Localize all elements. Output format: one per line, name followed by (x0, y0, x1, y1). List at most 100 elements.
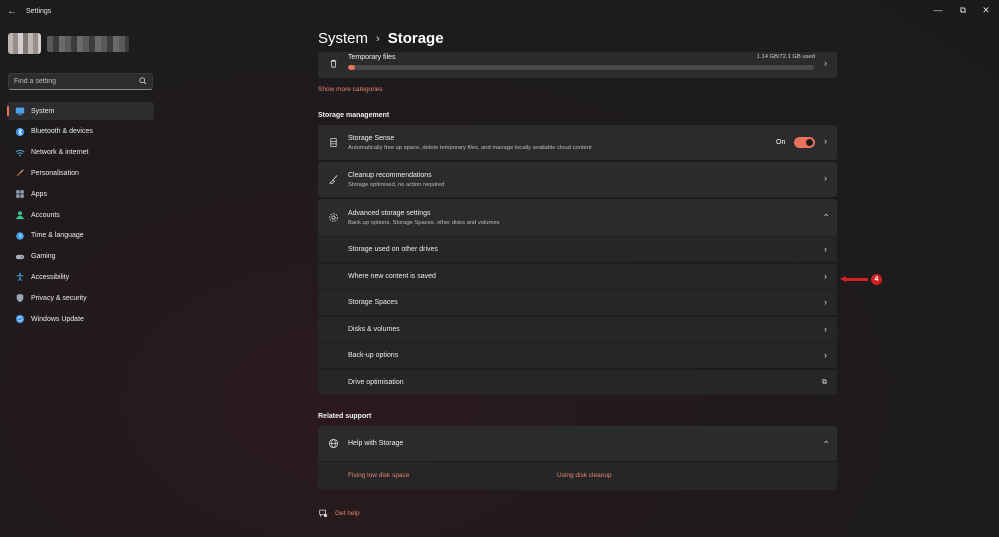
chevron-right-icon: › (824, 270, 827, 281)
search-input[interactable] (9, 74, 134, 89)
storage-sense-toggle[interactable] (794, 137, 815, 148)
sidebar-item-label: Windows Update (31, 315, 84, 323)
advanced-item-back-up-options[interactable]: Back-up options › (318, 342, 837, 368)
cleanup-title: Cleanup recommendations (348, 172, 432, 179)
related-support-heading: Related support (318, 413, 372, 420)
broom-icon (329, 175, 338, 185)
sidebar-item-bluetooth-devices[interactable]: Bluetooth & devices (7, 123, 154, 141)
advanced-storage-title: Advanced storage settings (348, 210, 431, 217)
trash-icon (330, 59, 337, 68)
temporary-files-label: Temporary files (348, 54, 396, 61)
breadcrumb: System › Storage (318, 30, 444, 47)
storage-management-heading: Storage management (318, 112, 390, 119)
advanced-storage-settings-header[interactable]: Advanced storage settings Back up option… (318, 199, 837, 236)
sidebar-item-label: Apps (31, 190, 47, 198)
shield-icon (16, 294, 24, 303)
update-icon (15, 314, 25, 324)
title-bar: ← Settings — ⧉ ✕ (0, 0, 999, 24)
sidebar-item-personalisation[interactable]: Personalisation (7, 164, 154, 182)
wifi-icon (15, 149, 25, 156)
chevron-right-icon: › (824, 173, 827, 183)
globe-clock-icon (16, 232, 24, 240)
help-with-storage-title: Help with Storage (348, 440, 404, 447)
active-indicator (7, 106, 9, 116)
gamepad-icon (15, 254, 25, 259)
storage-sense-card[interactable]: Storage Sense Automatically free up spac… (318, 125, 837, 160)
sidebar-item-apps[interactable]: Apps (7, 185, 154, 203)
advanced-item-disks-volumes[interactable]: Disks & volumes › (318, 315, 837, 342)
chevron-right-icon: › (824, 136, 827, 146)
using-disk-cleanup-link[interactable]: Using disk cleanup (557, 472, 612, 479)
gear-icon (329, 213, 338, 222)
search-box[interactable] (8, 73, 153, 90)
advanced-item-drive-optimisation[interactable]: Drive optimisation ⧉ (318, 368, 837, 395)
breadcrumb-separator: › (376, 32, 380, 45)
advanced-item-label: Drive optimisation (348, 378, 404, 386)
help-with-storage-header[interactable]: Help with Storage › (318, 426, 837, 461)
storage-drive-icon (330, 137, 337, 148)
advanced-item-storage-used-on-other-drives[interactable]: Storage used on other drives › (318, 236, 837, 262)
bluetooth-icon (15, 127, 25, 136)
sidebar-item-label: Privacy & security (31, 294, 87, 302)
apps-icon (16, 190, 24, 198)
chevron-right-icon: › (824, 58, 827, 68)
sidebar-item-network-internet[interactable]: Network & internet (7, 144, 154, 162)
brush-icon (16, 169, 24, 177)
toggle-knob (806, 139, 813, 146)
maximize-button[interactable]: ⧉ (951, 3, 975, 17)
sidebar-item-privacy-security[interactable]: Privacy & security (7, 289, 154, 307)
back-arrow-icon[interactable]: ← (5, 5, 19, 19)
advanced-item-label: Back-up options (348, 352, 399, 359)
sidebar-item-accounts[interactable]: Accounts (7, 206, 154, 224)
sidebar-item-time-language[interactable]: Time & language (7, 227, 154, 245)
close-button[interactable]: ✕ (974, 3, 998, 17)
temporary-files-progress (348, 65, 814, 70)
external-link-icon: ⧉ (822, 378, 827, 386)
breadcrumb-parent[interactable]: System (318, 30, 368, 47)
app-title: Settings (26, 8, 52, 15)
search-icon[interactable] (139, 77, 147, 85)
advanced-item-where-new-content-is-saved[interactable]: Where new content is saved › (318, 262, 837, 289)
minimize-button[interactable]: — (926, 3, 950, 17)
storage-sense-subtitle: Automatically free up space, delete temp… (348, 145, 592, 151)
chevron-up-icon[interactable]: › (821, 441, 831, 444)
annotation-arrow (844, 278, 868, 281)
sidebar-item-label: Network & internet (31, 149, 89, 157)
page-title: Storage (387, 30, 444, 47)
storage-sense-title: Storage Sense (348, 135, 395, 142)
accessibility-icon (16, 273, 24, 282)
chevron-up-icon[interactable]: › (821, 214, 831, 217)
temporary-files-usage: 1.14 GB/72.1 GB used (756, 54, 815, 60)
sidebar-item-windows-update[interactable]: Windows Update (7, 310, 154, 328)
sidebar-item-label: Gaming (31, 253, 56, 261)
advanced-item-storage-spaces[interactable]: Storage Spaces › (318, 289, 837, 315)
avatar[interactable] (8, 33, 41, 54)
cleanup-recommendations-card[interactable]: Cleanup recommendations Storage optimise… (318, 162, 837, 197)
chevron-right-icon: › (824, 244, 827, 254)
advanced-item-label: Storage used on other drives (348, 246, 438, 253)
sidebar-item-system[interactable]: System (7, 102, 154, 120)
sidebar-item-label: Personalisation (31, 169, 79, 177)
temporary-files-card[interactable]: Temporary files 1.14 GB/72.1 GB used › (318, 52, 837, 78)
sidebar-item-accessibility[interactable]: Accessibility (7, 268, 154, 286)
temporary-files-progress-fill (348, 65, 356, 70)
advanced-storage-subtitle: Back up options, Storage Spaces, other d… (348, 220, 500, 226)
fixing-low-disk-space-link[interactable]: Fixing low disk space (348, 472, 409, 479)
get-help-icon[interactable] (318, 508, 328, 518)
chevron-right-icon: › (824, 323, 827, 334)
cleanup-subtitle: Storage optimised, no action required (348, 182, 445, 188)
globe-icon (328, 438, 339, 449)
sidebar-item-label: System (31, 107, 55, 115)
sidebar-item-label: Bluetooth & devices (31, 128, 93, 136)
person-icon (16, 211, 24, 220)
sidebar-item-label: Accessibility (31, 273, 70, 281)
storage-sense-toggle-label: On (776, 139, 786, 146)
system-icon (15, 107, 25, 115)
show-more-categories-link[interactable]: Show more categories (318, 86, 383, 93)
chevron-right-icon: › (824, 350, 827, 360)
help-links-panel: Fixing low disk space Using disk cleanup (318, 462, 837, 490)
advanced-item-label: Disks & volumes (348, 325, 400, 333)
advanced-item-label: Where new content is saved (348, 272, 436, 280)
sidebar-item-gaming[interactable]: Gaming (7, 248, 154, 266)
get-help-link[interactable]: Get help (335, 510, 360, 517)
